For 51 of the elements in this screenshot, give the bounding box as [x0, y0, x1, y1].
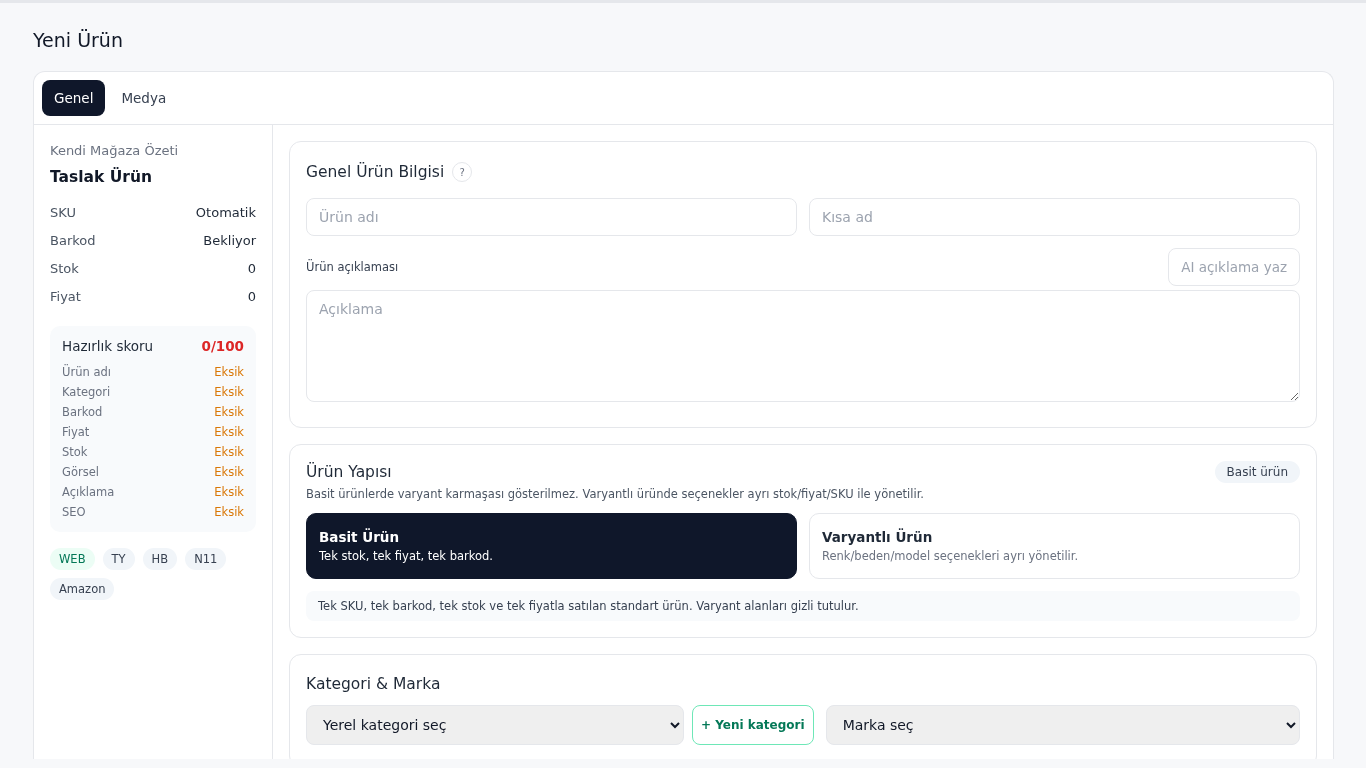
structure-hint: Basit ürünlerde varyant karmaşası gösterilmez. Varyantlı üründe seçenekler ayrı stok/fiyat/SKU ile yönetilir.	[306, 487, 925, 501]
check-status: Eksik	[214, 385, 244, 399]
description-label: Ürün açıklaması	[306, 260, 399, 274]
card-title: Genel Ürün Bilgisi	[306, 163, 445, 181]
fact-label: SKU	[50, 204, 76, 220]
check-label: SEO	[62, 505, 86, 519]
category-select[interactable]: Yerel kategori seç	[306, 705, 684, 745]
short-name-field[interactable]: Kısa ad	[809, 198, 1300, 236]
check-status: Eksik	[214, 405, 244, 419]
channel-chip: TY	[102, 548, 135, 570]
card-title: Ürün Yapısı	[306, 463, 392, 481]
check-status: Eksik	[214, 365, 244, 379]
channel-chip: HB	[142, 548, 178, 570]
channel-chip: WEB	[50, 548, 95, 570]
readiness-label: Hazırlık skoru	[62, 338, 154, 354]
fact-value: Otomatik	[195, 204, 256, 220]
new-category-button[interactable]: + Yeni kategori	[692, 705, 814, 745]
structure-note: Tek SKU, tek barkod, tek stok ve tek fiyatla satılan standart ürün. Varyant alanları gizli tutulur.	[306, 591, 1300, 621]
fact-value: 0	[247, 288, 256, 304]
check-label: Görsel	[62, 465, 99, 479]
fact-label: Stok	[50, 260, 79, 276]
check-status: Eksik	[214, 505, 244, 519]
product-name-field[interactable]: Ürün adı	[306, 198, 797, 236]
card-title: Kategori & Marka	[306, 675, 442, 693]
check-label: Ürün adı	[62, 365, 111, 379]
tab[interactable]: Medya	[113, 80, 175, 116]
page-title: Yeni Ürün	[33, 29, 124, 51]
check-label: Fiyat	[62, 425, 90, 439]
product-type-option[interactable]: Basit Ürün Tek stok, tek fiyat, tek barkod.	[306, 513, 797, 579]
product-name: Taslak Ürün	[50, 168, 154, 186]
check-label: Açıklama	[62, 485, 115, 499]
product-type-option[interactable]: Varyantlı Ürün Renk/beden/model seçenekleri ayrı yönetilir.	[809, 513, 1300, 579]
brand-select[interactable]: Marka seç	[825, 705, 1300, 745]
fact-value: Bekliyor	[203, 232, 256, 248]
check-status: Eksik	[214, 465, 244, 479]
readiness-score: 0/100	[201, 338, 244, 354]
check-label: Kategori	[62, 385, 111, 399]
type-badge: Basit ürün	[1214, 461, 1300, 483]
channel-chip: N11	[185, 548, 227, 570]
channel-chip: Amazon	[50, 578, 115, 600]
check-label: Barkod	[62, 405, 103, 419]
fact-label: Fiyat	[50, 288, 81, 304]
check-label: Stok	[62, 445, 88, 459]
check-status: Eksik	[214, 425, 244, 439]
check-status: Eksik	[214, 485, 244, 499]
fact-label: Barkod	[50, 232, 96, 248]
summary-heading: Kendi Mağaza Özeti	[50, 143, 180, 158]
fact-value: 0	[247, 260, 256, 276]
description-field[interactable]: Açıklama	[306, 290, 1300, 402]
check-status: Eksik	[214, 445, 244, 459]
tab[interactable]: Genel	[42, 80, 106, 116]
